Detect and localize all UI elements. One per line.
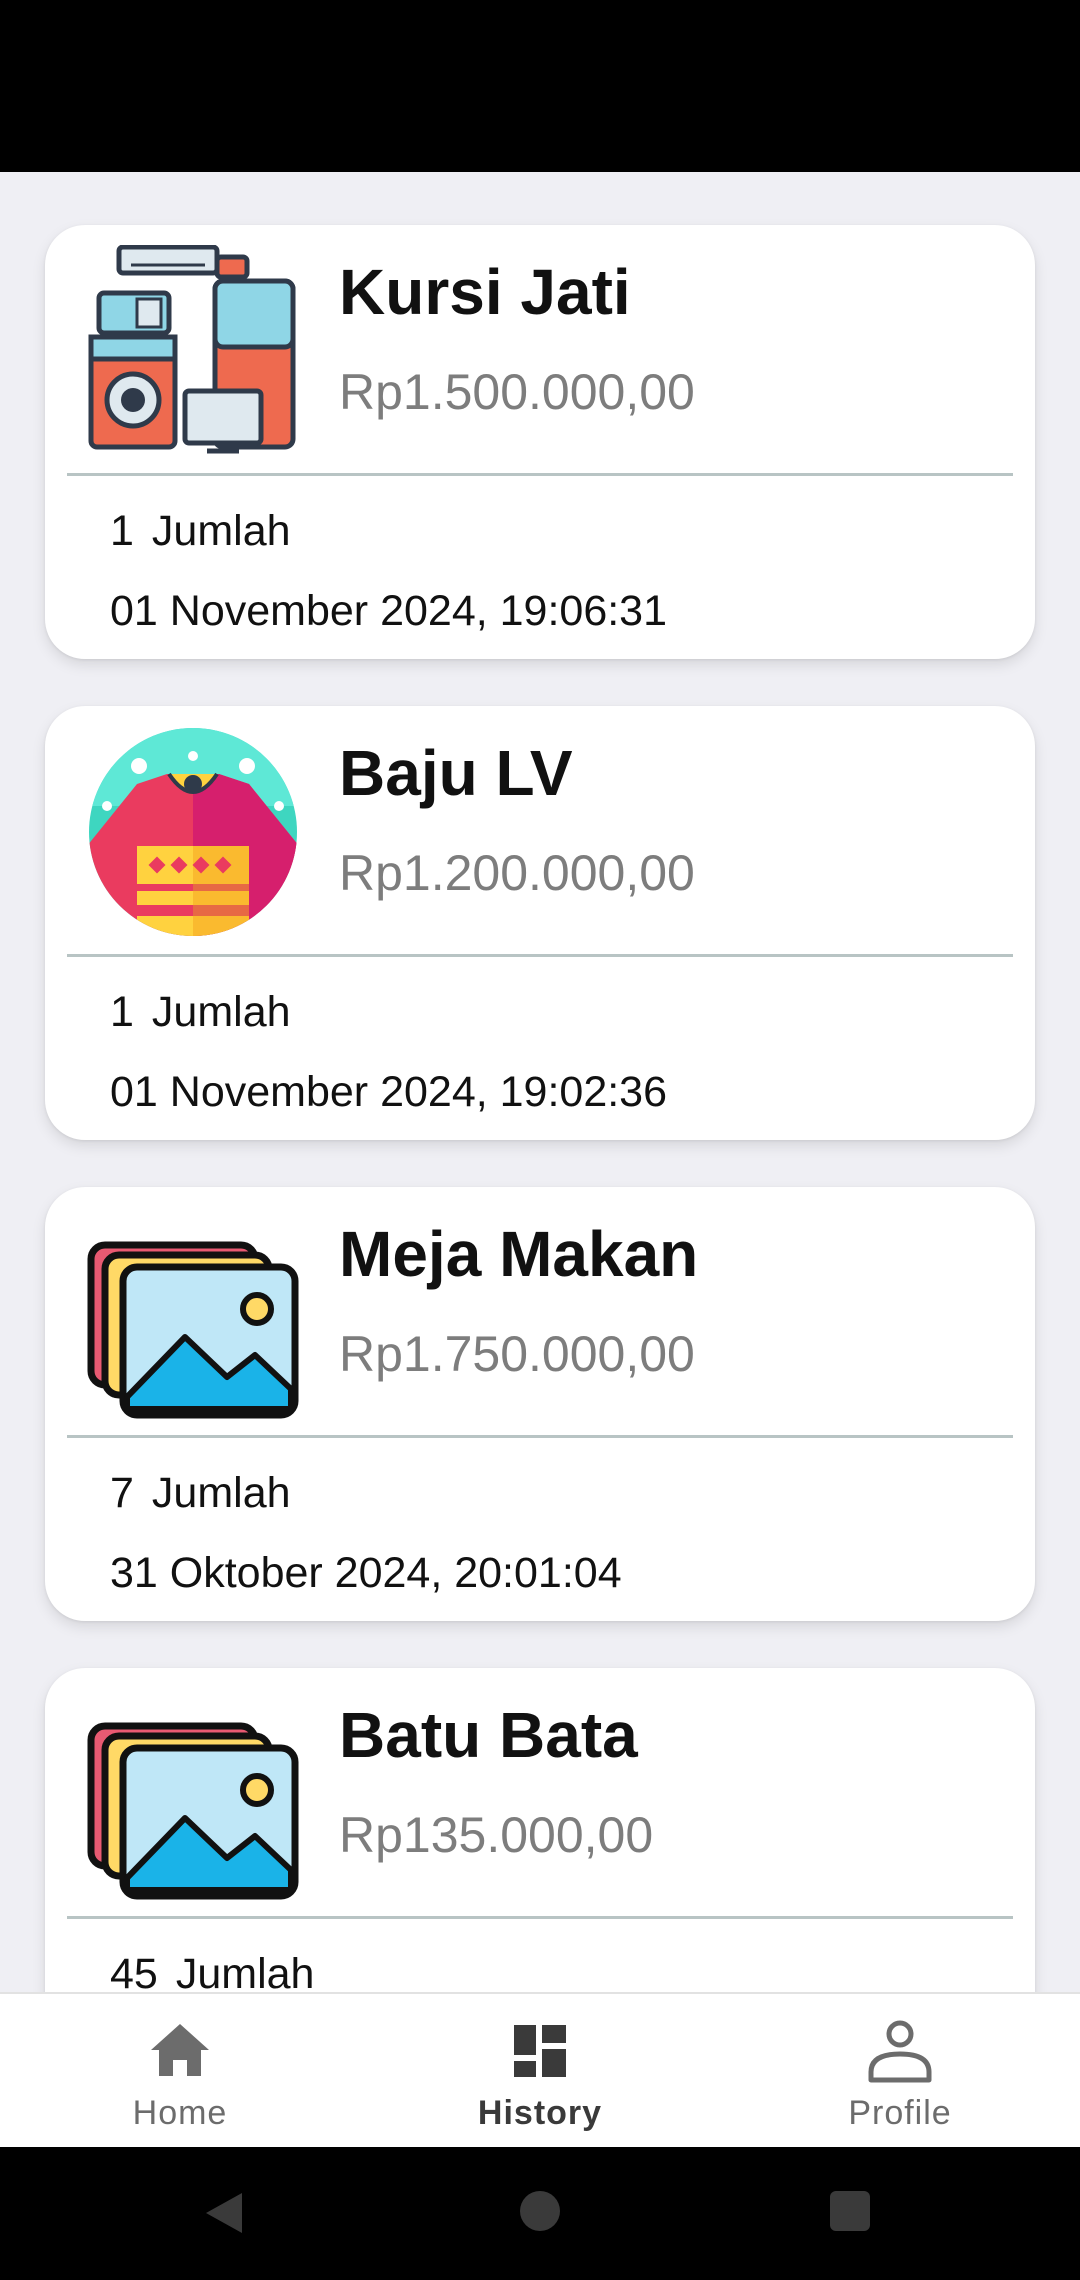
item-date: 01 November 2024, 19:06:31 <box>110 587 668 635</box>
bottom-navigation: Home History Profile <box>0 1992 1080 2147</box>
item-name: Kursi Jati <box>339 256 631 328</box>
item-price: Rp135.000,00 <box>339 1807 654 1863</box>
image-placeholder-icon <box>87 1688 299 1900</box>
item-price: Rp1.500.000,00 <box>339 364 695 420</box>
back-icon[interactable] <box>200 2189 248 2242</box>
item-date: 31 Oktober 2024, 20:01:04 <box>110 1549 622 1597</box>
system-navigation-bar <box>0 2147 1080 2280</box>
item-quantity: 1 Jumlah <box>110 507 291 556</box>
item-price: Rp1.750.000,00 <box>339 1326 695 1382</box>
nav-item-history[interactable]: History <box>360 1994 720 2149</box>
history-card[interactable]: Kursi Jati Rp1.500.000,00 1 Jumlah 01 Nov… <box>45 225 1035 659</box>
nav-item-home[interactable]: Home <box>0 1994 360 2149</box>
item-price: Rp1.200.000,00 <box>339 845 695 901</box>
phone-screen: Kursi Jati Rp1.500.000,00 1 Jumlah 01 Nov… <box>0 0 1080 2280</box>
image-placeholder-icon <box>87 1207 299 1419</box>
quantity-label: Jumlah <box>151 1469 291 1517</box>
dashboard-icon <box>505 2016 575 2086</box>
item-name: Batu Bata <box>339 1699 638 1771</box>
home-icon <box>145 2016 215 2086</box>
quantity-value: 1 <box>110 988 134 1036</box>
home-circle-icon[interactable] <box>518 2189 562 2238</box>
item-quantity: 1 Jumlah <box>110 988 291 1037</box>
quantity-value: 7 <box>110 1469 134 1517</box>
item-quantity: 45 Jumlah <box>110 1950 314 1992</box>
item-name: Baju LV <box>339 737 573 809</box>
quantity-label: Jumlah <box>151 988 291 1036</box>
quantity-value: 1 <box>110 507 134 555</box>
history-card[interactable]: Batu Bata Rp135.000,00 45 Jumlah <box>45 1668 1035 1992</box>
quantity-label: Jumlah <box>175 1950 315 1992</box>
status-bar <box>0 0 1080 172</box>
quantity-label: Jumlah <box>151 507 291 555</box>
divider <box>67 1435 1013 1438</box>
item-quantity: 7 Jumlah <box>110 1469 291 1518</box>
appliances-icon <box>87 245 299 457</box>
divider <box>67 473 1013 476</box>
divider <box>67 1916 1013 1919</box>
item-name: Meja Makan <box>339 1218 699 1290</box>
nav-item-profile[interactable]: Profile <box>720 1994 1080 2149</box>
item-date: 01 November 2024, 19:02:36 <box>110 1068 668 1116</box>
divider <box>67 954 1013 957</box>
person-icon <box>865 2016 935 2086</box>
nav-label-profile: Profile <box>848 2094 952 2132</box>
recents-square-icon[interactable] <box>828 2189 872 2238</box>
sweater-icon <box>87 726 299 938</box>
nav-label-home: Home <box>132 2094 228 2132</box>
quantity-value: 45 <box>110 1950 158 1992</box>
nav-label-history: History <box>477 2094 603 2132</box>
history-card[interactable]: Baju LV Rp1.200.000,00 1 Jumlah 01 Novemb… <box>45 706 1035 1140</box>
history-list[interactable]: Kursi Jati Rp1.500.000,00 1 Jumlah 01 Nov… <box>0 172 1080 1992</box>
history-card[interactable]: Meja Makan Rp1.750.000,00 7 Jumlah 31 Okt… <box>45 1187 1035 1621</box>
